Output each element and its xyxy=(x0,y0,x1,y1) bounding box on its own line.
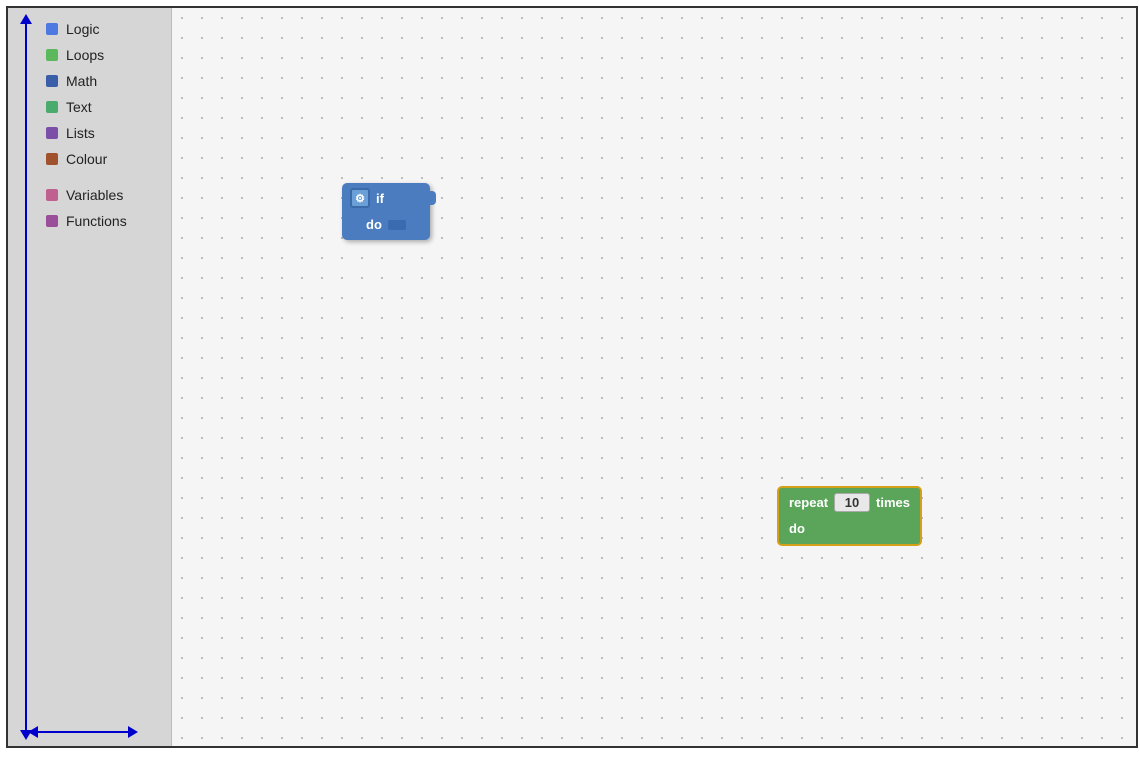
repeat-block[interactable]: repeat 10 times do xyxy=(777,486,922,546)
sidebar-label-logic: Logic xyxy=(66,21,99,37)
sidebar-item-colour[interactable]: Colour xyxy=(36,146,171,172)
sidebar-label-variables: Variables xyxy=(66,187,123,203)
gear-symbol: ⚙ xyxy=(355,192,365,205)
logic-color xyxy=(46,23,58,35)
sidebar-label-functions: Functions xyxy=(66,213,127,229)
arrow-head-left xyxy=(28,726,38,738)
puzzle-connector-right xyxy=(428,191,436,205)
vertical-arrow xyxy=(20,14,32,740)
sidebar-item-lists[interactable]: Lists xyxy=(36,120,171,146)
sidebar-label-math: Math xyxy=(66,73,97,89)
if-block[interactable]: ⚙ if do xyxy=(342,183,430,240)
workspace[interactable]: ⚙ if do repeat 10 time xyxy=(172,8,1136,746)
loops-color xyxy=(46,49,58,61)
if-do-area: do xyxy=(342,213,430,240)
repeat-top-row: repeat 10 times xyxy=(779,488,920,517)
sidebar-item-logic[interactable]: Logic xyxy=(36,16,171,42)
times-label: times xyxy=(876,495,910,510)
sidebar-label-loops: Loops xyxy=(66,47,104,63)
repeat-number[interactable]: 10 xyxy=(834,493,870,512)
functions-color xyxy=(46,215,58,227)
horizontal-arrow xyxy=(28,726,138,738)
text-color xyxy=(46,101,58,113)
lists-color xyxy=(46,127,58,139)
do-notch xyxy=(388,220,406,230)
sidebar-item-text[interactable]: Text xyxy=(36,94,171,120)
sidebar-item-functions[interactable]: Functions xyxy=(36,208,171,234)
repeat-bottom-row: do xyxy=(779,517,920,544)
arrow-line-vertical xyxy=(25,24,27,730)
colour-color xyxy=(46,153,58,165)
arrow-head-up xyxy=(20,14,32,24)
arrow-line-horizontal xyxy=(38,731,128,733)
main-container: Logic Loops Math Text Lists Colour xyxy=(6,6,1138,748)
repeat-do-label: do xyxy=(789,521,805,536)
sidebar: Logic Loops Math Text Lists Colour xyxy=(8,8,172,746)
repeat-label: repeat xyxy=(789,495,828,510)
sidebar-item-variables[interactable]: Variables xyxy=(36,182,171,208)
gear-icon[interactable]: ⚙ xyxy=(350,188,370,208)
repeat-do-indent xyxy=(827,523,847,535)
sidebar-label-lists: Lists xyxy=(66,125,95,141)
sidebar-item-loops[interactable]: Loops xyxy=(36,42,171,68)
sidebar-item-math[interactable]: Math xyxy=(36,68,171,94)
do-label: do xyxy=(366,217,382,232)
math-color xyxy=(46,75,58,87)
if-label: if xyxy=(376,191,384,206)
arrow-head-right xyxy=(128,726,138,738)
arrow-head-down xyxy=(20,730,32,740)
sidebar-label-text: Text xyxy=(66,99,92,115)
variables-color xyxy=(46,189,58,201)
sidebar-label-colour: Colour xyxy=(66,151,107,167)
